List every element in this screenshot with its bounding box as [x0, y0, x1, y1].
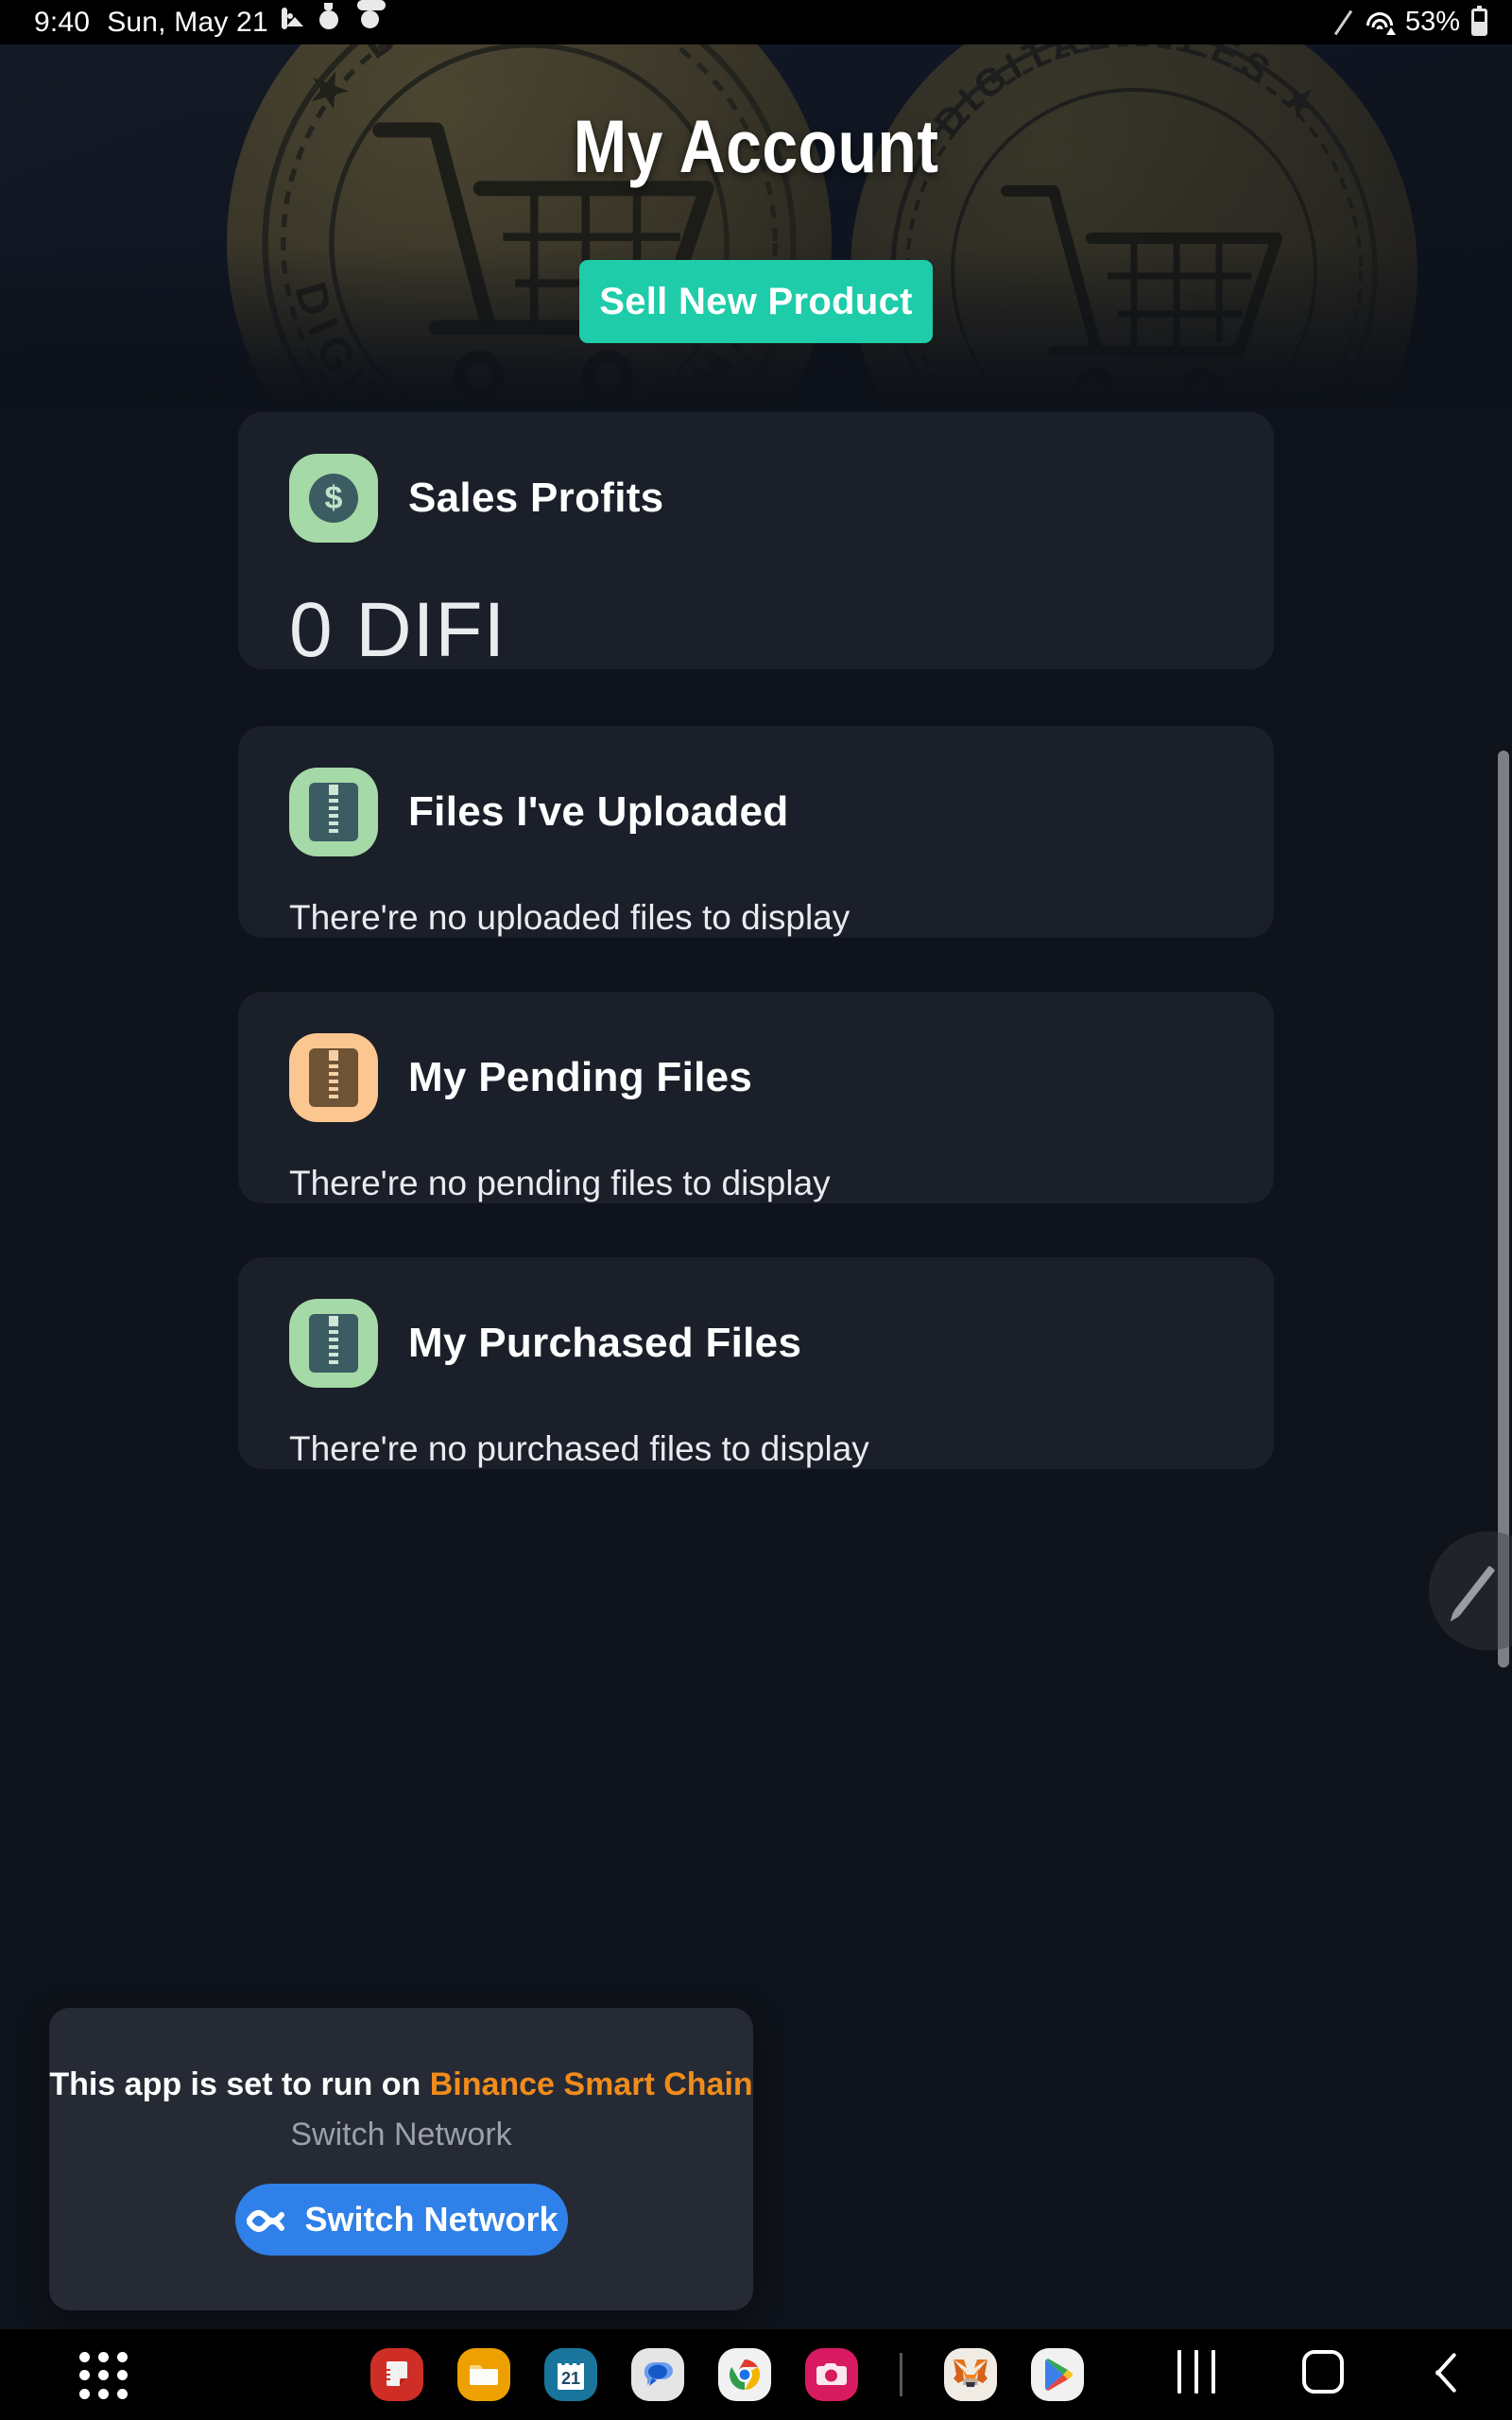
card-header: My Purchased Files: [238, 1257, 1274, 1388]
app-grid-icon[interactable]: [79, 2352, 129, 2399]
taskbar-dock: 21: [370, 2348, 1084, 2401]
status-bar-left: 9:40 Sun, May 21: [0, 7, 420, 39]
battery-icon: [1471, 6, 1487, 36]
sales-profits-value: 0 DIFI: [289, 587, 507, 673]
card-sales-profits[interactable]: $ Sales Profits 0 DIFI: [238, 412, 1274, 673]
page-title: My Account: [573, 104, 939, 188]
chrome-icon[interactable]: [718, 2348, 771, 2401]
status-date: Sun, May 21: [107, 6, 268, 38]
dot-icon: [395, 10, 420, 35]
card-header: My Pending Files: [238, 992, 1274, 1122]
pen-icon: [1452, 1565, 1496, 1616]
zip-file-icon: [289, 1299, 378, 1388]
card-title: My Purchased Files: [408, 1320, 802, 1366]
empty-state-text: There're no uploaded files to display: [289, 898, 850, 937]
calendar-icon[interactable]: 21: [544, 2348, 597, 2401]
cloud-icon: [357, 10, 382, 35]
home-button[interactable]: [1302, 2350, 1344, 2394]
status-bar-right: 53%: [1332, 6, 1512, 38]
card-body: There're no pending files to display: [238, 1164, 1274, 1203]
metamask-icon[interactable]: [944, 2348, 997, 2401]
samsung-notes-icon[interactable]: [370, 2348, 423, 2401]
card-header: Files I've Uploaded: [238, 726, 1274, 856]
network-message-prefix: This app is set to run on: [49, 2066, 430, 2102]
wifi-icon: [1366, 11, 1396, 35]
dollar-coin-icon: $: [289, 454, 378, 543]
card-title: My Pending Files: [408, 1054, 753, 1100]
sell-new-product-button[interactable]: Sell New Product: [579, 260, 933, 343]
status-time: 9:40: [34, 6, 91, 38]
card-title: Sales Profits: [408, 475, 664, 521]
navigation-buttons: [1177, 2350, 1459, 2394]
card-body: There're no uploaded files to display: [238, 898, 1274, 938]
card-title: Files I've Uploaded: [408, 788, 789, 835]
stylus-icon: [1332, 10, 1354, 35]
vertical-scrollbar[interactable]: [1498, 751, 1509, 1668]
empty-state-text: There're no pending files to display: [289, 1164, 831, 1202]
card-header: $ Sales Profits: [238, 412, 1274, 543]
card-body: There're no purchased files to display: [238, 1429, 1274, 1469]
calendar-day-label: 21: [561, 2369, 580, 2388]
walletconnect-icon: [247, 2209, 285, 2233]
lightbulb-icon: [319, 10, 344, 35]
card-pending-files[interactable]: My Pending Files There're no pending fil…: [238, 992, 1274, 1203]
empty-state-text: There're no purchased files to display: [289, 1429, 869, 1468]
s-pen-floating-button[interactable]: [1429, 1531, 1512, 1651]
photo-icon: [281, 7, 306, 35]
card-purchased-files[interactable]: My Purchased Files There're no purchased…: [238, 1257, 1274, 1469]
card-body: 0 DIFI: [238, 586, 1274, 675]
header-overlay-gradient: [0, 44, 1512, 408]
network-subtitle: Switch Network: [290, 2117, 512, 2152]
battery-percent-label: 53%: [1404, 7, 1460, 37]
dock-separator: [900, 2353, 902, 2396]
switch-network-label: Switch Network: [304, 2200, 558, 2238]
zip-file-icon: [289, 768, 378, 856]
back-button[interactable]: [1431, 2351, 1459, 2393]
switch-network-button[interactable]: Switch Network: [234, 2184, 568, 2256]
play-store-icon[interactable]: [1031, 2348, 1084, 2401]
network-popup: This app is set to run on Binance Smart …: [49, 2008, 753, 2310]
recents-button[interactable]: [1177, 2350, 1215, 2394]
my-files-icon[interactable]: [457, 2348, 510, 2401]
network-message: This app is set to run on Binance Smart …: [49, 2066, 752, 2103]
zip-file-icon: [289, 1033, 378, 1122]
messages-icon[interactable]: [631, 2348, 684, 2401]
card-files-uploaded[interactable]: Files I've Uploaded There're no uploaded…: [238, 726, 1274, 938]
taskbar: 21: [0, 2329, 1512, 2420]
network-chain-name: Binance Smart Chain: [429, 2066, 753, 2102]
camera-icon[interactable]: [805, 2348, 858, 2401]
status-bar: 9:40 Sun, May 21 53%: [0, 0, 1512, 44]
page-header: DIGITAL FILES ★ MARKET PLACE ★: [0, 44, 1512, 408]
